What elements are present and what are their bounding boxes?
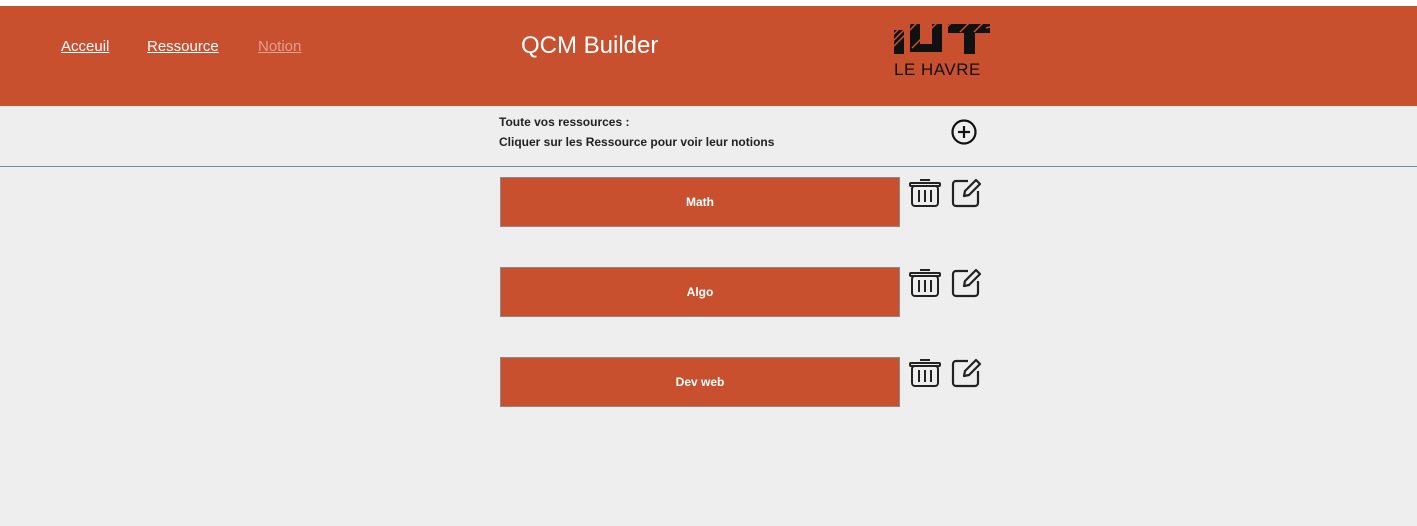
divider [0, 166, 1417, 167]
resource-button-dev-web[interactable]: Dev web [500, 357, 900, 407]
intro-heading: Toute vos ressources : [499, 115, 630, 129]
resource-row: Dev web [500, 357, 990, 407]
resource-row: Math [500, 177, 990, 227]
header-bar: Acceuil Ressource Notion QCM Builder LE … [0, 6, 1417, 106]
resource-button-math[interactable]: Math [500, 177, 900, 227]
logo-text: LE HAVRE [894, 60, 981, 79]
edit-icon[interactable] [950, 267, 982, 299]
edit-icon[interactable] [950, 357, 982, 389]
nav-link-notion[interactable]: Notion [258, 38, 301, 55]
edit-icon[interactable] [950, 177, 982, 209]
trash-icon[interactable] [908, 357, 942, 389]
plus-circle-icon[interactable] [949, 117, 979, 147]
app-title: QCM Builder [521, 32, 659, 59]
trash-icon[interactable] [908, 267, 942, 299]
resource-button-algo[interactable]: Algo [500, 267, 900, 317]
resource-row: Algo [500, 267, 990, 317]
nav-link-ressource[interactable]: Ressource [147, 38, 219, 55]
intro-hint: Cliquer sur les Ressource pour voir leur… [499, 135, 775, 149]
nav-link-acceuil[interactable]: Acceuil [61, 38, 109, 55]
trash-icon[interactable] [908, 177, 942, 209]
